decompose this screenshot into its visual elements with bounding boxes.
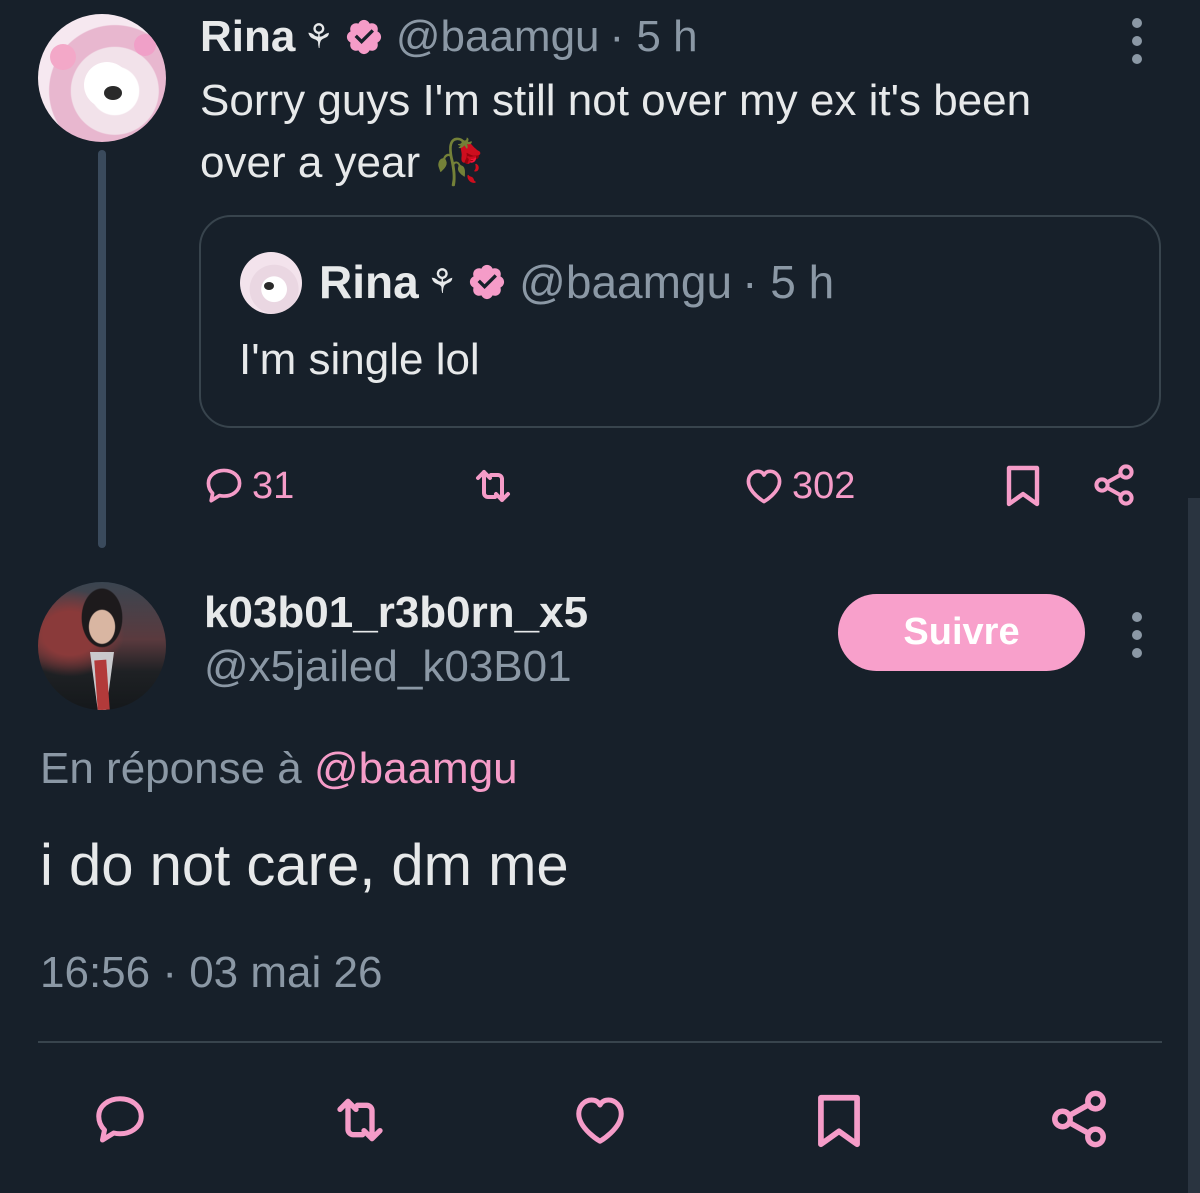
retweet-button[interactable] <box>466 462 520 510</box>
author-handle[interactable]: @baamgu <box>396 12 600 62</box>
retweet-button[interactable] <box>324 1088 396 1152</box>
reply-prefix: En réponse à <box>40 744 314 793</box>
reply-button[interactable] <box>88 1090 152 1150</box>
quote-time: · 5 h <box>742 256 835 308</box>
quote-author-name: Rina <box>319 256 419 308</box>
like-button[interactable]: 302 <box>740 464 855 508</box>
reply-icon <box>206 468 242 503</box>
avatar[interactable] <box>38 14 166 142</box>
quote-avatar <box>240 252 302 314</box>
bookmark-button[interactable] <box>808 1086 870 1156</box>
reply-button[interactable]: 31 <box>200 464 294 508</box>
tweet-text: i do not care, dm me <box>40 833 569 898</box>
author-name[interactable]: Rina <box>200 12 295 62</box>
reply-count: 31 <box>252 464 295 507</box>
tweet-time: · 5 h <box>609 12 698 61</box>
share-icon <box>1052 1090 1106 1148</box>
like-button[interactable] <box>568 1090 632 1150</box>
tweet-text-line: Sorry guys I'm still not over my ex it's… <box>200 76 1032 125</box>
like-icon <box>576 1097 624 1144</box>
like-count: 302 <box>792 464 856 507</box>
bookmark-button[interactable] <box>999 461 1047 511</box>
quote-text: I'm single lol <box>239 335 480 384</box>
tweet-header: Rina ⚘ @baamgu · 5 h <box>200 12 698 62</box>
reply-context: En réponse à @baamgu <box>40 744 518 794</box>
more-vertical-icon[interactable] <box>1130 612 1142 658</box>
tweet-timestamp[interactable]: 16:56 · 03 mai 26 <box>40 948 382 998</box>
tweet-text-line: over a year 🥀 <box>200 138 488 187</box>
retweet-icon <box>476 470 510 502</box>
scrollbar[interactable] <box>1188 498 1200 1193</box>
share-button[interactable] <box>1089 461 1139 509</box>
quote-header: Rina ⚘ @baamgu · 5 h <box>319 256 835 308</box>
quote-author-handle: @baamgu <box>519 256 733 308</box>
avatar[interactable] <box>38 582 166 710</box>
share-button[interactable] <box>1046 1086 1112 1152</box>
reply-icon <box>96 1096 144 1143</box>
bookmark-icon <box>818 1094 860 1148</box>
quote-tweet-card[interactable]: Rina ⚘ @baamgu · 5 h I'm single lol <box>199 215 1161 428</box>
retweet-icon <box>337 1098 383 1142</box>
like-icon <box>746 469 782 504</box>
verified-badge-icon <box>346 19 381 55</box>
quote-name-glyph: ⚘ <box>426 263 458 301</box>
follow-button[interactable]: Suivre <box>838 594 1085 671</box>
author-name[interactable]: k03b01_r3b0rn_x5 <box>204 588 588 638</box>
reply-mention-link[interactable]: @baamgu <box>314 744 518 793</box>
tweet-detail-page: Rina ⚘ @baamgu · 5 h Sorry guys I'm stil… <box>0 0 1200 1193</box>
tweet-text: Sorry guys I'm still not over my ex it's… <box>200 70 1150 194</box>
more-vertical-icon[interactable] <box>1130 18 1142 64</box>
share-icon <box>1094 464 1134 506</box>
author-handle[interactable]: @x5jailed_k03B01 <box>204 642 572 692</box>
divider <box>38 1041 1162 1043</box>
thread-line <box>98 150 106 548</box>
name-glyph: ⚘ <box>303 18 334 56</box>
verified-badge-icon <box>470 264 505 300</box>
bookmark-icon <box>1006 465 1040 507</box>
